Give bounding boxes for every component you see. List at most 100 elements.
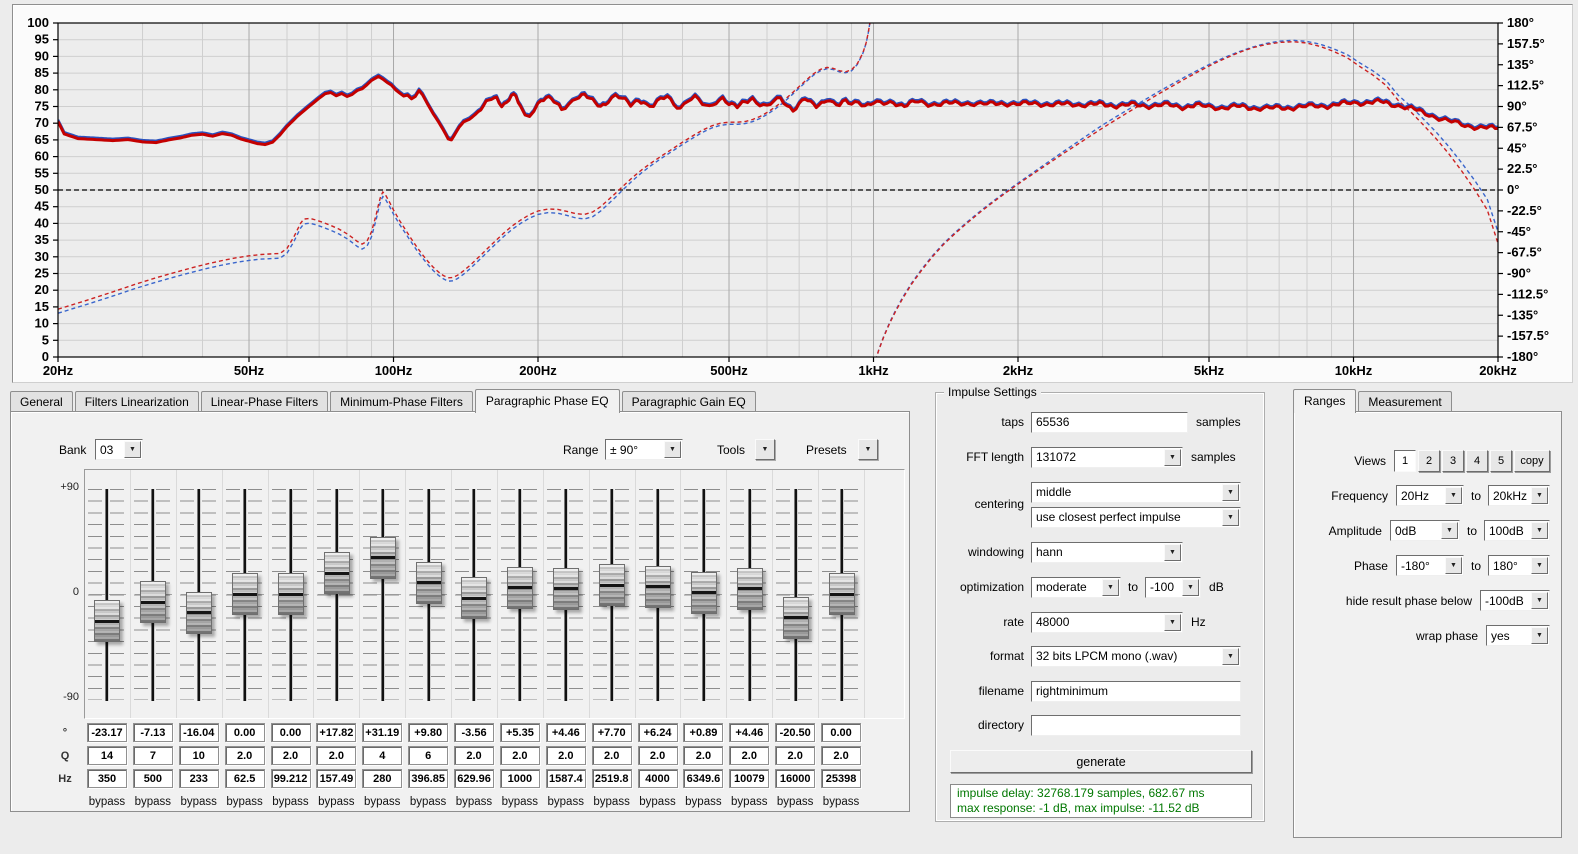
dropdown-arrow-icon[interactable]: ▼ bbox=[1164, 448, 1181, 466]
eq-band-4-slider[interactable] bbox=[223, 470, 269, 718]
eq-band-5-q-input[interactable]: 2.0 bbox=[270, 746, 311, 765]
eq-band-15-slider-thumb[interactable] bbox=[736, 567, 763, 610]
eq-band-5-slider-thumb[interactable] bbox=[277, 573, 304, 615]
eq-band-11-freq-input[interactable]: 1587.4 bbox=[545, 769, 586, 788]
eq-band-7-gain-input[interactable]: +31.19 bbox=[362, 723, 403, 742]
eq-band-8-slider-thumb[interactable] bbox=[415, 561, 442, 604]
dropdown-arrow-icon[interactable]: ▼ bbox=[1531, 522, 1548, 539]
eq-band-3-slider[interactable] bbox=[177, 470, 223, 718]
eq-band-1-bypass-button[interactable]: bypass bbox=[84, 793, 130, 810]
eq-band-16-q-input[interactable]: 2.0 bbox=[775, 746, 816, 765]
tab-paragraphic-gain-eq[interactable]: Paragraphic Gain EQ bbox=[621, 391, 756, 412]
eq-band-14-freq-input[interactable]: 6349.6 bbox=[683, 769, 724, 788]
eq-band-2-slider-thumb[interactable] bbox=[140, 581, 167, 624]
eq-band-10-slider-thumb[interactable] bbox=[507, 566, 534, 609]
eq-band-9-q-input[interactable]: 2.0 bbox=[454, 746, 495, 765]
eq-band-8-freq-input[interactable]: 396.85 bbox=[408, 769, 449, 788]
view-button-1[interactable]: 1 bbox=[1394, 449, 1416, 472]
eq-band-6-gain-input[interactable]: +17.82 bbox=[316, 723, 357, 742]
eq-band-9-freq-input[interactable]: 629.96 bbox=[454, 769, 495, 788]
eq-band-11-q-input[interactable]: 2.0 bbox=[545, 746, 586, 765]
eq-band-16-slider-thumb[interactable] bbox=[782, 596, 809, 639]
eq-band-12-q-input[interactable]: 2.0 bbox=[591, 746, 632, 765]
rate-select[interactable]: 48000 ▼ bbox=[1031, 611, 1183, 633]
eq-band-8-bypass-button[interactable]: bypass bbox=[405, 793, 451, 810]
eq-band-4-freq-input[interactable]: 62.5 bbox=[224, 769, 265, 788]
frequency-to-select[interactable]: 20kHz ▼ bbox=[1488, 485, 1550, 506]
eq-band-16-bypass-button[interactable]: bypass bbox=[772, 793, 818, 810]
eq-band-1-slider[interactable] bbox=[85, 470, 131, 718]
dropdown-arrow-icon[interactable]: ▼ bbox=[1222, 508, 1239, 526]
optimization-db-select[interactable]: -100 ▼ bbox=[1145, 576, 1202, 598]
wrap-phase-select[interactable]: yes ▼ bbox=[1486, 625, 1550, 646]
eq-band-3-freq-input[interactable]: 233 bbox=[178, 769, 219, 788]
eq-band-4-slider-thumb[interactable] bbox=[232, 573, 259, 615]
eq-band-1-gain-input[interactable]: -23.17 bbox=[87, 723, 127, 742]
dropdown-arrow-icon[interactable]: ▼ bbox=[1222, 483, 1239, 501]
frequency-from-select[interactable]: 20Hz ▼ bbox=[1395, 485, 1464, 506]
eq-band-14-q-input[interactable]: 2.0 bbox=[683, 746, 724, 765]
fft-length-select[interactable]: 131072 ▼ bbox=[1031, 446, 1183, 468]
eq-band-13-bypass-button[interactable]: bypass bbox=[635, 793, 681, 810]
eq-band-6-freq-input[interactable]: 157.49 bbox=[316, 769, 357, 788]
dropdown-arrow-icon[interactable]: ▼ bbox=[1440, 522, 1458, 539]
eq-band-2-bypass-button[interactable]: bypass bbox=[130, 793, 176, 810]
eq-band-4-q-input[interactable]: 2.0 bbox=[224, 746, 265, 765]
view-button-4[interactable]: 4 bbox=[1466, 449, 1488, 472]
eq-band-17-bypass-button[interactable]: bypass bbox=[818, 793, 864, 810]
eq-band-17-slider-thumb[interactable] bbox=[828, 573, 855, 615]
eq-band-9-slider-thumb[interactable] bbox=[461, 577, 488, 620]
view-button-5[interactable]: 5 bbox=[1490, 449, 1512, 472]
eq-band-2-slider[interactable] bbox=[131, 470, 177, 718]
eq-band-14-slider[interactable] bbox=[681, 470, 728, 718]
taps-input[interactable] bbox=[1031, 411, 1188, 433]
eq-band-8-gain-input[interactable]: +9.80 bbox=[408, 723, 449, 742]
dropdown-arrow-icon[interactable]: ▼ bbox=[1182, 578, 1200, 596]
eq-band-14-gain-input[interactable]: +0.89 bbox=[683, 723, 724, 742]
dropdown-arrow-icon[interactable]: ▼ bbox=[1531, 592, 1548, 609]
eq-band-12-bypass-button[interactable]: bypass bbox=[589, 793, 635, 810]
eq-band-15-gain-input[interactable]: +4.46 bbox=[729, 723, 770, 742]
eq-band-16-slider[interactable] bbox=[773, 470, 820, 718]
eq-band-5-slider[interactable] bbox=[269, 470, 315, 718]
format-select[interactable]: 32 bits LPCM mono (.wav) ▼ bbox=[1031, 645, 1241, 667]
dropdown-arrow-icon[interactable]: ▼ bbox=[1531, 557, 1548, 574]
tab-linear-phase-filters[interactable]: Linear-Phase Filters bbox=[200, 391, 329, 412]
dropdown-arrow-icon[interactable]: ▼ bbox=[1444, 557, 1462, 574]
generate-button[interactable]: generate bbox=[950, 750, 1252, 773]
eq-band-16-gain-input[interactable]: -20.50 bbox=[775, 723, 816, 742]
range-select[interactable]: ± 90° ▼ bbox=[605, 439, 683, 460]
amplitude-from-select[interactable]: 0dB ▼ bbox=[1389, 520, 1460, 541]
eq-band-8-q-input[interactable]: 6 bbox=[408, 746, 449, 765]
eq-band-13-gain-input[interactable]: +6.24 bbox=[637, 723, 678, 742]
eq-band-13-q-input[interactable]: 2.0 bbox=[637, 746, 678, 765]
tab-filters-linearization[interactable]: Filters Linearization bbox=[74, 391, 199, 412]
eq-band-15-slider[interactable] bbox=[727, 470, 774, 718]
dropdown-arrow-icon[interactable]: ▼ bbox=[1531, 487, 1548, 504]
centering-mode-select[interactable]: use closest perfect impulse ▼ bbox=[1031, 506, 1241, 528]
eq-band-7-slider[interactable] bbox=[360, 470, 407, 718]
tab-measurement[interactable]: Measurement bbox=[1358, 391, 1452, 412]
eq-band-7-slider-thumb[interactable] bbox=[369, 536, 396, 579]
eq-band-8-slider[interactable] bbox=[406, 470, 453, 718]
eq-band-4-bypass-button[interactable]: bypass bbox=[222, 793, 268, 810]
view-button-2[interactable]: 2 bbox=[1418, 449, 1440, 472]
eq-band-9-gain-input[interactable]: -3.56 bbox=[454, 723, 495, 742]
eq-band-17-slider[interactable] bbox=[819, 470, 865, 718]
eq-band-10-gain-input[interactable]: +5.35 bbox=[499, 723, 540, 742]
view-button-3[interactable]: 3 bbox=[1442, 449, 1464, 472]
eq-band-5-gain-input[interactable]: 0.00 bbox=[270, 723, 311, 742]
tab-minimum-phase-filters[interactable]: Minimum-Phase Filters bbox=[330, 391, 473, 412]
eq-band-11-slider-thumb[interactable] bbox=[553, 567, 580, 610]
eq-band-6-bypass-button[interactable]: bypass bbox=[313, 793, 359, 810]
optimization-select[interactable]: moderate ▼ bbox=[1031, 576, 1121, 598]
dropdown-arrow-icon[interactable]: ▼ bbox=[1164, 543, 1181, 561]
windowing-select[interactable]: hann ▼ bbox=[1031, 541, 1183, 563]
eq-band-11-gain-input[interactable]: +4.46 bbox=[545, 723, 586, 742]
eq-band-3-q-input[interactable]: 10 bbox=[178, 746, 219, 765]
eq-band-11-bypass-button[interactable]: bypass bbox=[543, 793, 589, 810]
eq-band-12-slider-thumb[interactable] bbox=[599, 564, 626, 607]
eq-band-16-freq-input[interactable]: 16000 bbox=[775, 769, 816, 788]
eq-band-4-gain-input[interactable]: 0.00 bbox=[224, 723, 265, 742]
eq-band-5-freq-input[interactable]: 99.212 bbox=[270, 769, 311, 788]
